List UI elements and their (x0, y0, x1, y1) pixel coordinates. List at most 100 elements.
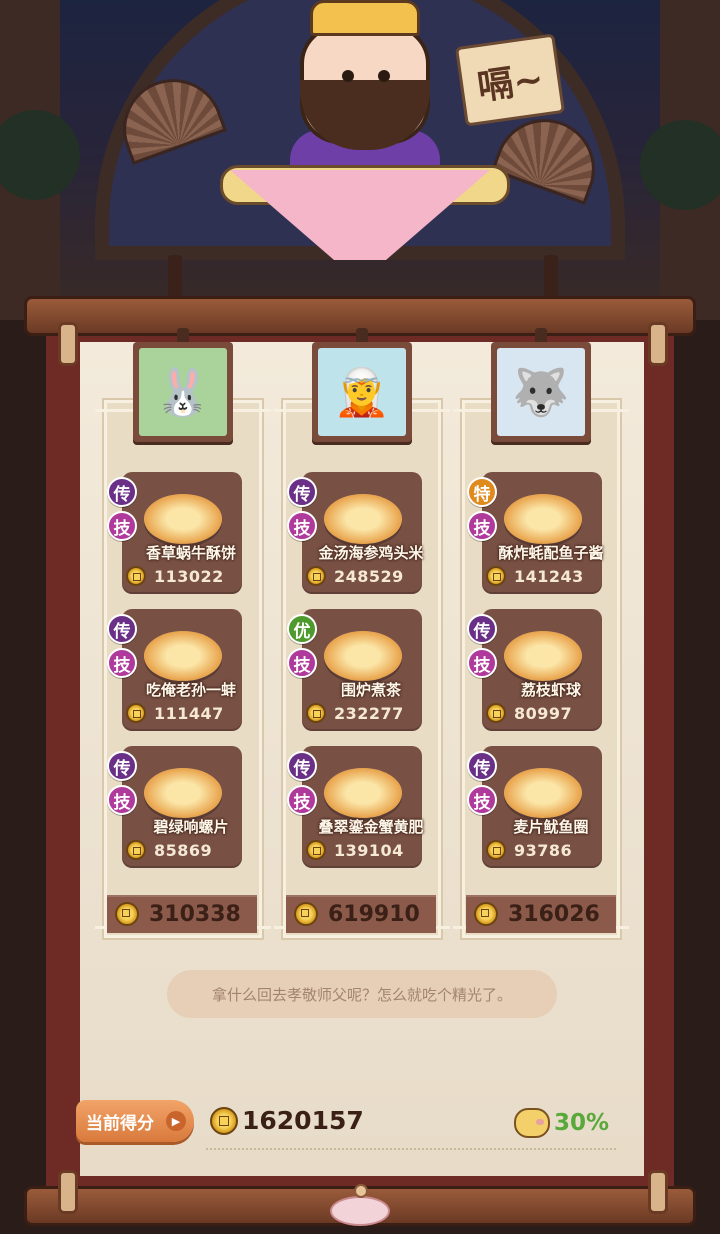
dish-score: 93786 (514, 840, 573, 860)
dish-name: 吃俺老孙一蚌 (145, 681, 236, 699)
legend-badge: 传 (107, 477, 137, 507)
dish-image (504, 768, 582, 818)
dish-name: 麦片鱿鱼圈 (513, 818, 589, 836)
play-arrow-icon: ▶ (166, 1111, 186, 1131)
dish-image (324, 494, 402, 544)
dish-name: 碧绿响螺片 (153, 818, 229, 836)
dish-name: 围炉煮茶 (340, 681, 401, 699)
column-total-value: 316026 (508, 901, 600, 927)
coin-icon (306, 840, 326, 860)
master-quote-bubble: 拿什么回去孝敬师父呢？怎么就吃个精光了。 (167, 970, 557, 1018)
coin-icon (474, 902, 498, 926)
legend-badge: 传 (287, 477, 317, 507)
piggy-bank-icon (514, 1108, 550, 1138)
bonus-rate[interactable]: 30% (514, 1108, 609, 1138)
skill-badge: 技 (107, 511, 137, 541)
dish-score-row: 85869 (126, 838, 238, 862)
dish-image (144, 631, 222, 681)
coin-icon (294, 902, 318, 926)
column-total-value: 619910 (328, 901, 420, 927)
dish-card[interactable]: 酥炸蚝配鱼子酱 141243 (482, 472, 604, 594)
dish-score: 80997 (514, 703, 573, 723)
rod-cap (58, 1170, 78, 1214)
dish-score-row: 139104 (306, 838, 418, 862)
dish-card[interactable]: 香草蜗牛酥饼 113022 (122, 472, 242, 594)
dish-score-row: 80997 (486, 701, 598, 725)
dish-score: 85869 (154, 840, 213, 860)
dish-image (324, 768, 402, 818)
dish-card[interactable]: 围炉煮茶 232277 (302, 609, 422, 731)
skill-badge: 技 (467, 785, 497, 815)
elf-chef-icon: 🧝 (318, 348, 406, 436)
dish-name: 金汤海参鸡头米 (318, 544, 424, 562)
dish-score-row: 113022 (126, 564, 238, 588)
current-score: 1620157 (210, 1106, 364, 1135)
rod-cap (58, 322, 78, 366)
skill-badge: 技 (287, 648, 317, 678)
dish-name: 酥炸蚝配鱼子酱 (498, 544, 604, 562)
coin-icon (115, 902, 139, 926)
column-total-value: 310338 (149, 901, 241, 927)
rod-cap (648, 322, 668, 366)
legend-badge: 传 (107, 751, 137, 781)
plant-left (0, 110, 80, 200)
skill-badge: 技 (287, 785, 317, 815)
bonus-rate-value: 30% (554, 1110, 610, 1136)
dish-image (144, 494, 222, 544)
coin-icon (486, 703, 506, 723)
legend-badge: 传 (467, 614, 497, 644)
dish-score-row: 248529 (306, 564, 418, 588)
legend-badge: 传 (107, 614, 137, 644)
tassel-knot (354, 1184, 368, 1198)
dish-score: 248529 (334, 566, 404, 586)
column-total: 619910 (286, 895, 436, 933)
chef-portrait-1[interactable]: 🐰 (133, 342, 233, 442)
chef-portrait-3[interactable]: 🐺 (491, 342, 591, 442)
good-badge: 优 (287, 614, 317, 644)
dish-score: 232277 (334, 703, 404, 723)
dish-card[interactable]: 吃俺老孙一蚌 111447 (122, 609, 242, 731)
dish-name: 香草蜗牛酥饼 (145, 544, 236, 562)
tassel-bow (330, 1196, 390, 1226)
coin-icon (126, 840, 146, 860)
score-divider (206, 1148, 616, 1150)
dish-card[interactable]: 金汤海参鸡头米 248529 (302, 472, 424, 594)
dish-score-row: 141243 (486, 564, 598, 588)
skill-badge: 技 (287, 511, 317, 541)
dish-name: 荔枝虾球 (520, 681, 581, 699)
coin-icon (126, 703, 146, 723)
master-eye-left (342, 70, 354, 82)
rod-cap (648, 1170, 668, 1214)
dish-card[interactable]: 叠翠鎏金蟹黄肥 139104 (302, 746, 424, 868)
wolf-chef-icon: 🐺 (497, 348, 585, 436)
legend-badge: 传 (467, 751, 497, 781)
coin-icon (126, 566, 146, 586)
background-scene: 嗝~ (0, 0, 720, 320)
column-total: 316026 (466, 895, 616, 933)
dish-score: 139104 (334, 840, 404, 860)
special-badge: 特 (467, 477, 497, 507)
dish-score: 113022 (154, 566, 224, 586)
skill-badge: 技 (467, 511, 497, 541)
burp-sign: 嗝~ (454, 33, 566, 127)
dish-card[interactable]: 麦片鱿鱼圈 93786 (482, 746, 602, 868)
chef-portrait-2[interactable]: 🧝 (312, 342, 412, 442)
coin-icon (486, 840, 506, 860)
skill-badge: 技 (107, 785, 137, 815)
dish-card[interactable]: 碧绿响螺片 85869 (122, 746, 242, 868)
dish-image (324, 631, 402, 681)
dish-score: 141243 (514, 566, 584, 586)
column-total: 310338 (107, 895, 257, 933)
dish-name: 叠翠鎏金蟹黄肥 (318, 818, 424, 836)
dish-image (504, 494, 582, 544)
current-score-label[interactable]: 当前得分 ▶ (76, 1100, 194, 1142)
skill-badge: 技 (107, 648, 137, 678)
coin-icon (306, 703, 326, 723)
master-eye-right (378, 70, 390, 82)
coin-icon (210, 1106, 238, 1135)
dish-card[interactable]: 荔枝虾球 80997 (482, 609, 602, 731)
coin-icon (486, 566, 506, 586)
dish-score: 111447 (154, 703, 224, 723)
current-score-label-text: 当前得分 (86, 1113, 154, 1134)
dish-image (504, 631, 582, 681)
